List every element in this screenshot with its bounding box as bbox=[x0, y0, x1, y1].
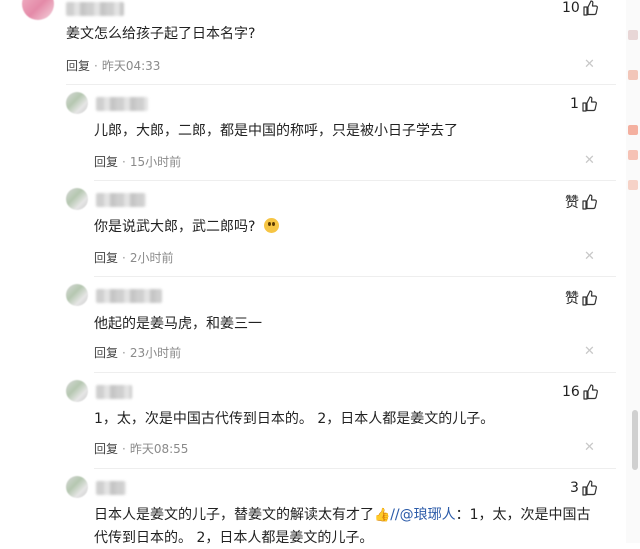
thinking-emoji-icon bbox=[263, 218, 279, 233]
username[interactable] bbox=[96, 289, 162, 303]
comment-meta: 回复 · 15小时前 bbox=[94, 155, 182, 169]
comment-text: 1，太，次是中国古代传到日本的。 2，日本人都是姜文的儿子。 bbox=[94, 411, 495, 427]
thumb-up-icon bbox=[583, 384, 598, 400]
divider bbox=[94, 372, 616, 373]
timestamp: 昨天08:55 bbox=[129, 442, 189, 456]
like-count: 赞 bbox=[565, 195, 579, 211]
reply-button[interactable]: 回复 bbox=[66, 59, 90, 73]
like-count: 1 bbox=[570, 96, 579, 112]
comment-meta: 回复 · 昨天08:55 bbox=[94, 442, 189, 456]
like-button[interactable]: 1 bbox=[570, 96, 597, 112]
thumb-up-icon bbox=[582, 290, 597, 306]
reply-button[interactable]: 回复 bbox=[94, 155, 118, 169]
divider bbox=[66, 84, 616, 85]
like-count: 10 bbox=[562, 0, 580, 16]
close-icon[interactable]: ✕ bbox=[584, 58, 595, 71]
comment-text: 姜文怎么给孩子起了日本名字? bbox=[66, 26, 256, 42]
username[interactable] bbox=[66, 2, 124, 16]
divider bbox=[94, 276, 616, 277]
timestamp: 23小时前 bbox=[129, 346, 182, 360]
timestamp: 2小时前 bbox=[129, 251, 174, 265]
username[interactable] bbox=[96, 193, 146, 207]
side-icon[interactable] bbox=[628, 30, 638, 40]
avatar[interactable] bbox=[66, 284, 88, 306]
comment-text-body: 日本人是姜文的儿子，替姜文的解读太有才了 bbox=[94, 507, 374, 523]
like-button[interactable]: 3 bbox=[570, 480, 597, 496]
comment-text: 你是说武大郎，武二郎吗? bbox=[94, 216, 279, 238]
avatar[interactable] bbox=[66, 92, 88, 114]
timestamp: 昨天04:33 bbox=[101, 59, 161, 73]
reply-button[interactable]: 回复 bbox=[94, 346, 118, 360]
reply-button[interactable]: 回复 bbox=[94, 442, 118, 456]
timestamp: 15小时前 bbox=[129, 155, 182, 169]
comment-text: 儿郎，大郎，二郎，都是中国的称呼，只是被小日子学去了 bbox=[94, 123, 458, 139]
comment-text: 他起的是姜马虎，和姜三一 bbox=[94, 316, 262, 332]
username[interactable] bbox=[96, 97, 148, 111]
close-icon[interactable]: ✕ bbox=[584, 250, 595, 263]
username[interactable] bbox=[96, 481, 126, 495]
comment-meta: 回复 · 23小时前 bbox=[94, 346, 182, 360]
mention-link[interactable]: //@琅琊人 bbox=[390, 507, 455, 523]
divider bbox=[94, 180, 616, 181]
like-count: 赞 bbox=[565, 291, 579, 307]
like-button[interactable]: 赞 bbox=[565, 288, 597, 308]
comment-text: 日本人是姜文的儿子，替姜文的解读太有才了👍//@琅琊人：1，太，次是中国古代传到… bbox=[94, 504, 600, 549]
side-icon[interactable] bbox=[628, 150, 638, 160]
scrollbar-thumb[interactable] bbox=[632, 410, 638, 470]
like-button[interactable]: 10 bbox=[562, 0, 598, 16]
side-icon[interactable] bbox=[628, 180, 638, 190]
avatar[interactable] bbox=[66, 476, 88, 498]
close-icon[interactable]: ✕ bbox=[584, 154, 595, 167]
avatar[interactable] bbox=[66, 380, 88, 402]
username[interactable] bbox=[96, 385, 132, 399]
side-icon[interactable] bbox=[628, 125, 638, 135]
like-count: 3 bbox=[570, 480, 579, 496]
thumb-up-icon bbox=[582, 96, 597, 112]
comment-meta: 回复 · 昨天04:33 bbox=[66, 59, 161, 73]
like-button[interactable]: 16 bbox=[562, 384, 598, 400]
comment-meta: 回复 · 2小时前 bbox=[94, 251, 174, 265]
reply-button[interactable]: 回复 bbox=[94, 251, 118, 265]
thumb-up-icon bbox=[583, 0, 598, 16]
comment-text-body: 你是说武大郎，武二郎吗? bbox=[94, 219, 256, 235]
like-button[interactable]: 赞 bbox=[565, 192, 597, 212]
side-icon[interactable] bbox=[628, 70, 638, 80]
avatar[interactable] bbox=[22, 0, 54, 20]
close-icon[interactable]: ✕ bbox=[584, 441, 595, 454]
like-count: 16 bbox=[562, 384, 580, 400]
avatar[interactable] bbox=[66, 188, 88, 210]
right-side-panel bbox=[626, 0, 640, 543]
close-icon[interactable]: ✕ bbox=[584, 345, 595, 358]
thumb-up-icon bbox=[582, 194, 597, 210]
comment-thread: 10 姜文怎么给孩子起了日本名字? 回复 · 昨天04:33 ✕ 1 儿郎，大郎，二… bbox=[0, 0, 640, 546]
thumb-up-icon bbox=[582, 480, 597, 496]
divider bbox=[94, 468, 616, 469]
thumbs-up-emoji-icon: 👍 bbox=[374, 508, 391, 523]
